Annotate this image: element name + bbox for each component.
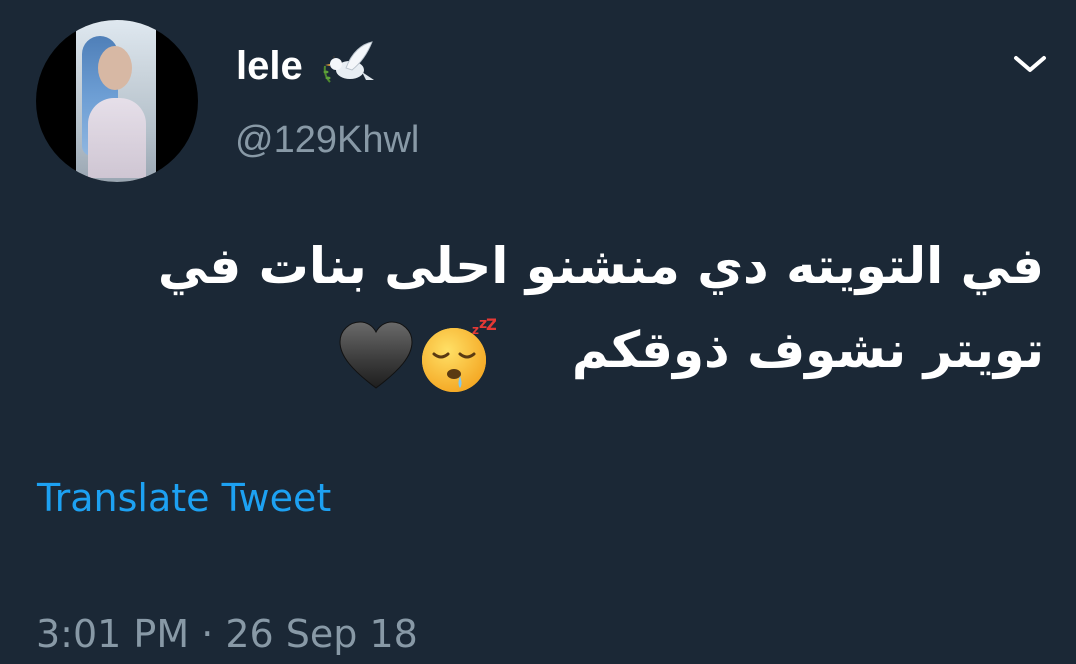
display-name[interactable]: lele	[236, 42, 303, 90]
tweet-text: في التويته دي منشنو احلى بنات في تويتر ن…	[24, 224, 1044, 392]
sleepy-face-icon: z z Z	[422, 318, 496, 392]
user-handle[interactable]: @129Khwl	[235, 118, 419, 162]
dove-icon	[323, 41, 374, 83]
translate-tweet-link[interactable]: Translate Tweet	[37, 474, 331, 522]
svg-text:z: z	[472, 323, 479, 337]
tweet-text-line1: في التويته دي منشنو احلى بنات في	[157, 237, 1044, 295]
tweet-card: lele @129Khwl في التويته دي منشنو احلى ب…	[0, 0, 1076, 664]
tweet-text-line2: تويتر نشوف ذوقكم	[571, 321, 1044, 379]
avatar[interactable]	[36, 20, 198, 182]
tweet-timestamp[interactable]: 3:01 PM · 26 Sep 18	[36, 610, 418, 658]
black-heart-icon	[339, 321, 413, 389]
avatar-photo	[76, 20, 156, 182]
avatar-face	[98, 46, 132, 90]
chevron-down-icon[interactable]	[1010, 48, 1050, 80]
avatar-body	[88, 98, 146, 178]
svg-text:Z: Z	[486, 318, 496, 334]
